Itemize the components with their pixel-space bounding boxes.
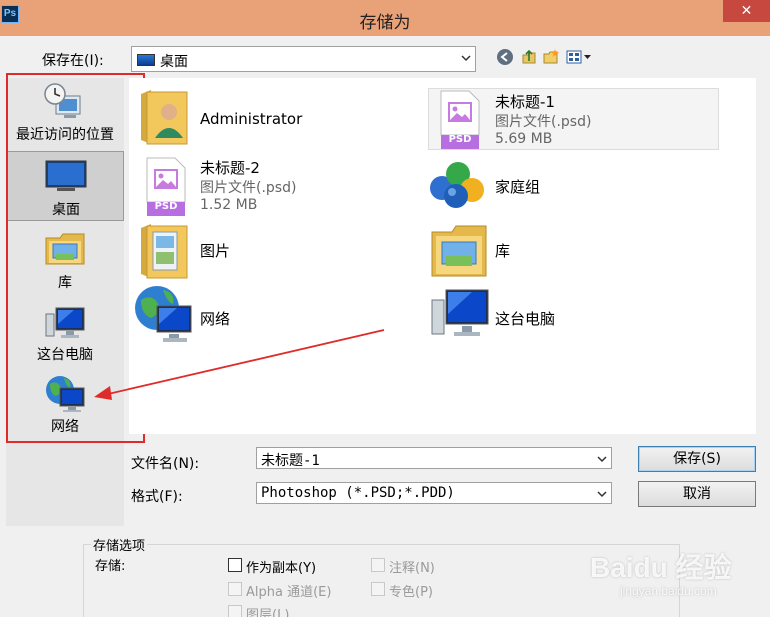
file-item-untitled-1[interactable]: PSD 未标题-1 图片文件(.psd) 5.69 MB	[428, 88, 719, 150]
chevron-down-icon	[597, 491, 607, 498]
save-label: 存储:	[95, 559, 126, 574]
this-pc-icon	[431, 289, 489, 336]
cancel-button[interactable]: 取消	[638, 481, 756, 507]
chevron-down-icon[interactable]	[597, 454, 607, 464]
back-icon[interactable]	[496, 48, 514, 66]
file-name: Administrator	[200, 110, 303, 128]
save-options-title: 存储选项	[91, 535, 148, 554]
desktop-icon	[137, 54, 155, 66]
pictures-folder-icon	[141, 224, 188, 279]
file-name: 图片	[200, 242, 231, 260]
watermark-logo-text: Baidu 经验	[590, 552, 732, 583]
save-in-value: 桌面	[160, 54, 188, 70]
save-in-dropdown[interactable]: 桌面	[131, 46, 476, 72]
file-item-libraries[interactable]: 库	[428, 220, 708, 284]
spot-colors-checkbox[interactable]	[371, 582, 385, 596]
libraries-icon	[431, 225, 487, 277]
as-copy-checkbox[interactable]	[228, 558, 242, 572]
filename-value: 未标题-1	[261, 453, 320, 469]
save-button[interactable]: 保存(S)	[638, 446, 756, 472]
homegroup-icon	[430, 162, 484, 208]
chevron-down-icon	[461, 55, 471, 62]
file-name: 未标题-1	[495, 93, 555, 111]
file-item-this-pc[interactable]: 这台电脑	[428, 284, 708, 348]
annotation-highlight-box	[6, 73, 145, 443]
layers-checkbox[interactable]	[228, 605, 242, 617]
alpha-channels-label: Alpha 通道(E)	[246, 585, 332, 600]
file-item-homegroup[interactable]: 家庭组	[428, 156, 708, 220]
file-name: 家庭组	[495, 178, 541, 196]
format-dropdown[interactable]: Photoshop (*.PSD;*.PDD)	[256, 482, 612, 504]
as-copy-label: 作为副本(Y)	[246, 561, 317, 576]
file-name: 网络	[200, 310, 231, 328]
dialog-title: 存储为	[359, 13, 411, 33]
file-item-administrator[interactable]: Administrator	[135, 88, 415, 152]
alpha-channels-checkbox[interactable]	[228, 582, 242, 596]
psd-badge: PSD	[154, 201, 178, 212]
file-item-network[interactable]: 网络	[133, 284, 413, 348]
file-type: 图片文件(.psd)	[200, 180, 297, 196]
title-bar: Ps 存储为 ✕	[0, 0, 770, 36]
file-size: 1.52 MB	[200, 197, 258, 213]
file-name: 未标题-2	[200, 159, 260, 177]
new-folder-icon[interactable]	[542, 48, 560, 66]
file-list[interactable]: Administrator PSD 未标题-1 图片文件(.psd) 5.69 …	[129, 78, 756, 434]
view-menu-icon[interactable]	[566, 48, 592, 66]
file-size: 5.69 MB	[495, 131, 553, 147]
network-icon	[135, 286, 192, 342]
user-folder-icon	[141, 90, 188, 145]
filename-input[interactable]: 未标题-1	[256, 447, 612, 469]
file-type: 图片文件(.psd)	[495, 114, 592, 130]
filename-label: 文件名(N):	[131, 456, 200, 472]
save-in-label: 保存在(I):	[42, 53, 104, 69]
notes-label: 注释(N)	[389, 561, 435, 576]
notes-checkbox[interactable]	[371, 558, 385, 572]
watermark-url: jingyan.baidu.com	[620, 584, 717, 598]
format-value: Photoshop (*.PSD;*.PDD)	[261, 485, 455, 501]
format-label: 格式(F):	[131, 489, 183, 505]
file-item-untitled-2[interactable]: PSD 未标题-2 图片文件(.psd) 1.52 MB	[139, 156, 419, 220]
up-folder-icon[interactable]	[520, 48, 538, 66]
psd-badge: PSD	[448, 134, 472, 145]
baidu-watermark: Baidu 经验 jingyan.baidu.com	[590, 528, 770, 608]
file-name: 库	[495, 242, 511, 260]
layers-label: 图层(L)	[246, 608, 290, 617]
file-item-pictures[interactable]: 图片	[139, 220, 419, 284]
close-button[interactable]: ✕	[723, 0, 770, 22]
file-name: 这台电脑	[495, 310, 556, 328]
spot-colors-label: 专色(P)	[389, 585, 433, 600]
